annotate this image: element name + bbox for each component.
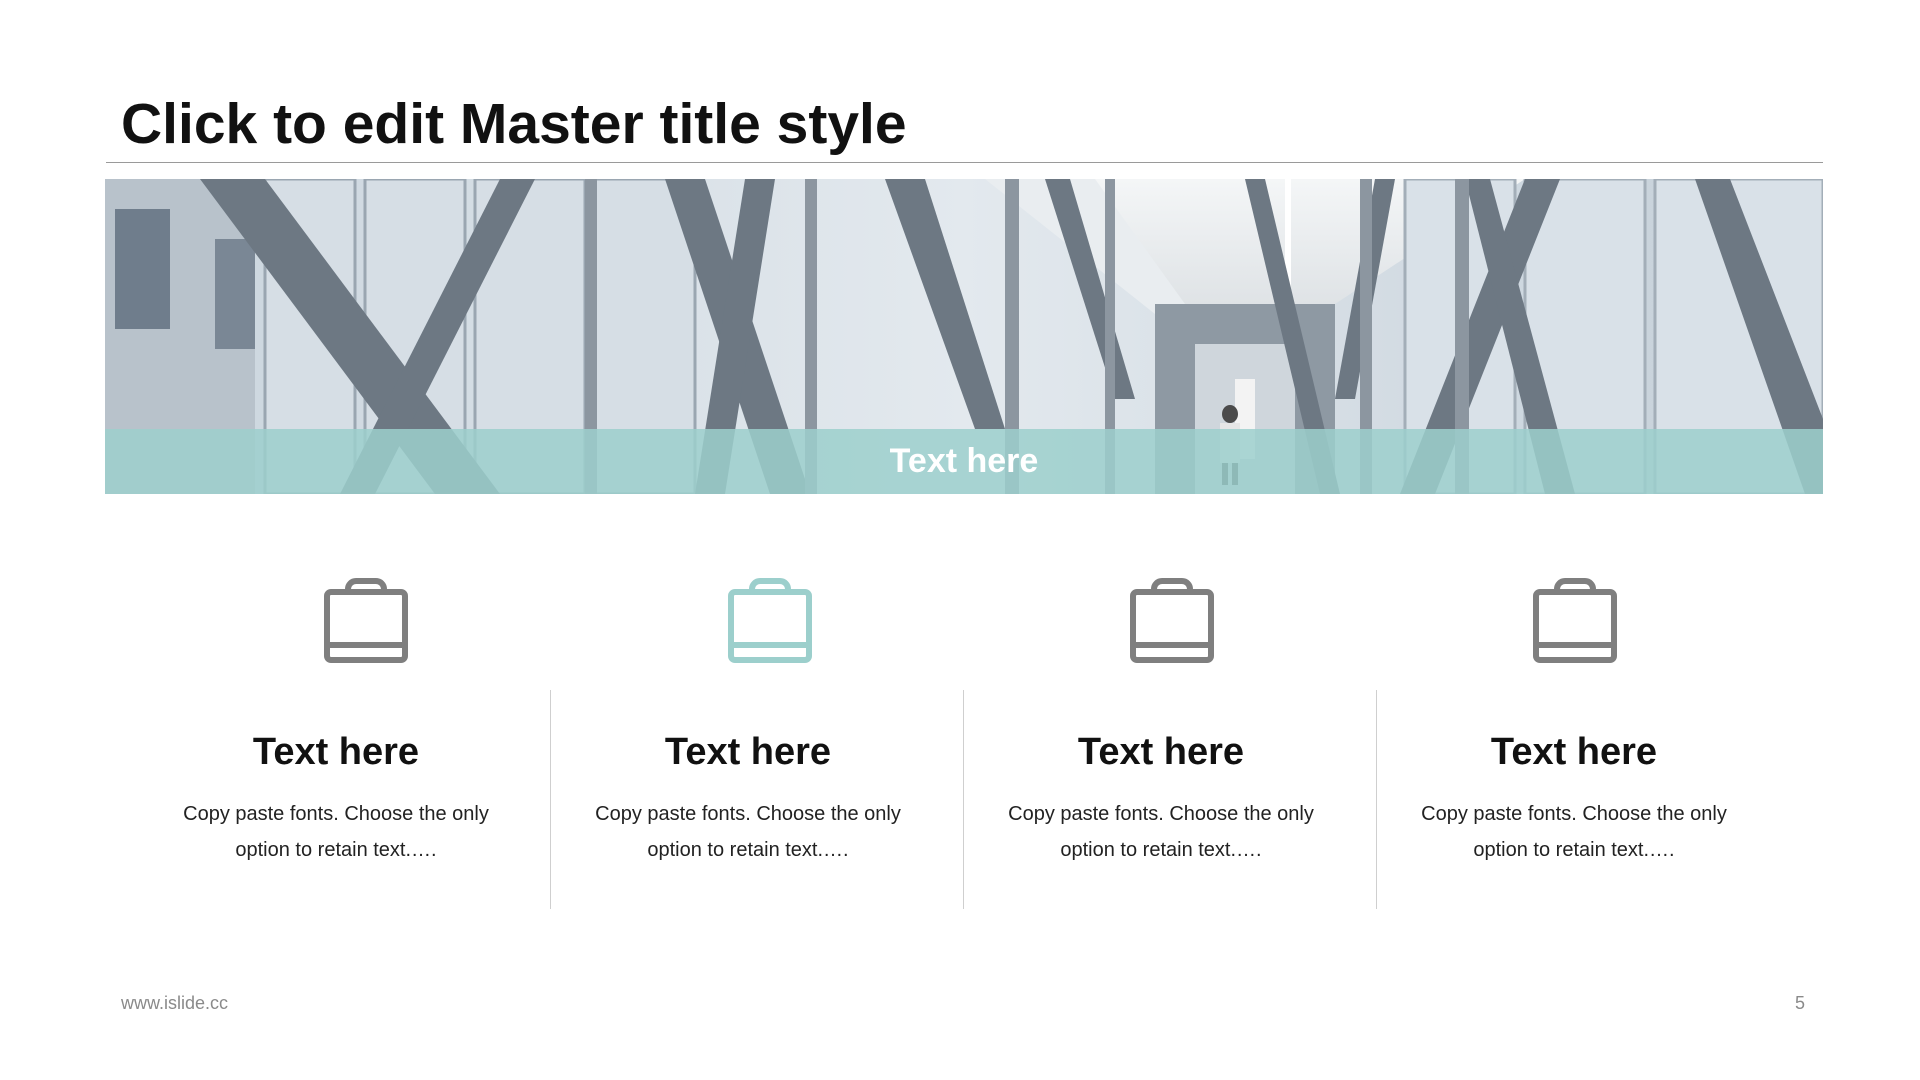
feature-heading[interactable]: Text here <box>1368 728 1780 776</box>
banner-image: Text here <box>105 179 1823 494</box>
banner-caption[interactable]: Text here <box>105 429 1823 494</box>
shopping-bag-icon <box>728 578 812 663</box>
feature-description[interactable]: Copy paste fonts. Choose the only option… <box>588 796 908 868</box>
page-number: 5 <box>1795 993 1806 1013</box>
shopping-bag-icon <box>1130 578 1214 663</box>
column-divider <box>963 690 964 909</box>
column-divider <box>550 690 551 909</box>
footer-url: www.islide.cc <box>121 993 229 1013</box>
slide-title[interactable]: Click to edit Master title style <box>121 90 907 158</box>
feature-description[interactable]: Copy paste fonts. Choose the only option… <box>1001 796 1321 868</box>
title-divider <box>106 162 1823 163</box>
shopping-bag-icon <box>324 578 408 663</box>
feature-description[interactable]: Copy paste fonts. Choose the only option… <box>176 796 496 868</box>
feature-heading[interactable]: Text here <box>542 728 954 776</box>
column-divider <box>1376 690 1377 909</box>
feature-heading[interactable]: Text here <box>130 728 542 776</box>
feature-heading[interactable]: Text here <box>955 728 1367 776</box>
shopping-bag-icon <box>1533 578 1617 663</box>
feature-description[interactable]: Copy paste fonts. Choose the only option… <box>1414 796 1734 868</box>
